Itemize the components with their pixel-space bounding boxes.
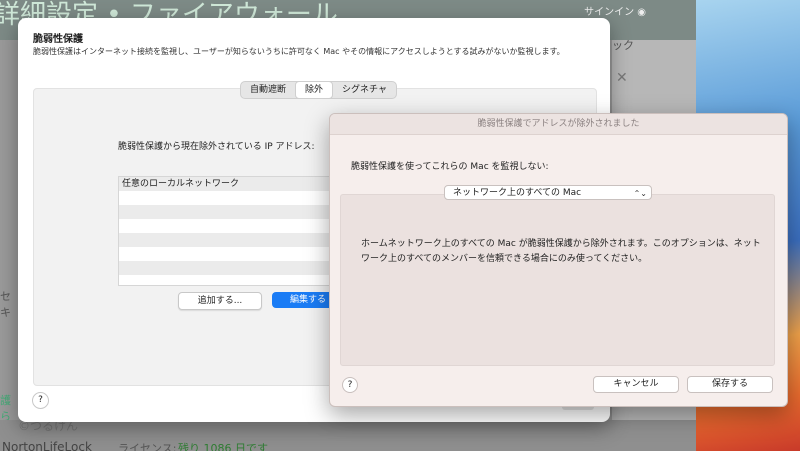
- sheet-prompt: 脆弱性保護を使ってこれらの Mac を監視しない:: [351, 162, 549, 172]
- tab-exclusions[interactable]: 除外: [295, 81, 334, 99]
- sheet-description-panel: ホームネットワーク上のすべての Mac が脆弱性保護から除外されます。このオプシ…: [340, 194, 775, 366]
- background-side-text: ック: [612, 39, 634, 52]
- ip-list-label: 脆弱性保護から現在除外されている IP アドレス:: [118, 142, 315, 152]
- cancel-button[interactable]: キャンセル: [593, 376, 679, 393]
- chevron-up-down-icon: ⌃⌄: [633, 189, 647, 198]
- sheet-title: 脆弱性保護でアドレスが除外されました: [477, 119, 640, 129]
- list-item: [119, 219, 334, 233]
- list-item: [119, 247, 334, 261]
- sheet-titlebar: 脆弱性保護でアドレスが除外されました: [330, 114, 787, 135]
- user-icon: ◉: [637, 7, 646, 18]
- background-left-text: セキ: [0, 290, 11, 319]
- add-button[interactable]: 追加する...: [178, 292, 262, 310]
- list-item: [119, 261, 334, 275]
- sheet-description: ホームネットワーク上のすべての Mac が脆弱性保護から除外されます。このオプシ…: [361, 239, 761, 264]
- brand-logo: NortonLifeLock: [2, 440, 92, 451]
- license-remaining: 残り 1086 日です: [178, 442, 268, 451]
- sheet-help-button[interactable]: ?: [342, 377, 358, 393]
- network-scope-value: ネットワーク上のすべての Mac: [453, 188, 582, 198]
- dialog-title: 脆弱性保護: [33, 34, 83, 45]
- tab-signatures[interactable]: シグネチャ: [333, 82, 396, 98]
- sign-in-label: サインイン: [584, 7, 635, 18]
- dialog-description: 脆弱性保護はインターネット接続を監視し、ユーザーが知らないうちに許可なく Mac…: [33, 47, 565, 56]
- network-scope-select[interactable]: ネットワーク上のすべての Mac ⌃⌄: [444, 185, 652, 200]
- close-icon: ✕: [616, 70, 628, 86]
- tab-bar: 自動遮断 除外 シグネチャ: [240, 81, 397, 99]
- sign-in-link[interactable]: サインイン ◉: [584, 3, 646, 18]
- list-item: [119, 191, 334, 205]
- excluded-ip-list[interactable]: 任意のローカルネットワーク: [118, 176, 335, 286]
- save-button[interactable]: 保存する: [687, 376, 773, 393]
- exclusion-sheet: 脆弱性保護でアドレスが除外されました 脆弱性保護を使ってこれらの Mac を監視…: [329, 113, 788, 407]
- license-label: ライセンス:: [118, 442, 177, 451]
- help-button[interactable]: ?: [32, 392, 49, 409]
- tab-auto-block[interactable]: 自動遮断: [241, 82, 295, 98]
- list-item: [119, 233, 334, 247]
- list-item[interactable]: 任意のローカルネットワーク: [119, 177, 334, 191]
- background-footer: [0, 420, 696, 451]
- list-item: [119, 205, 334, 219]
